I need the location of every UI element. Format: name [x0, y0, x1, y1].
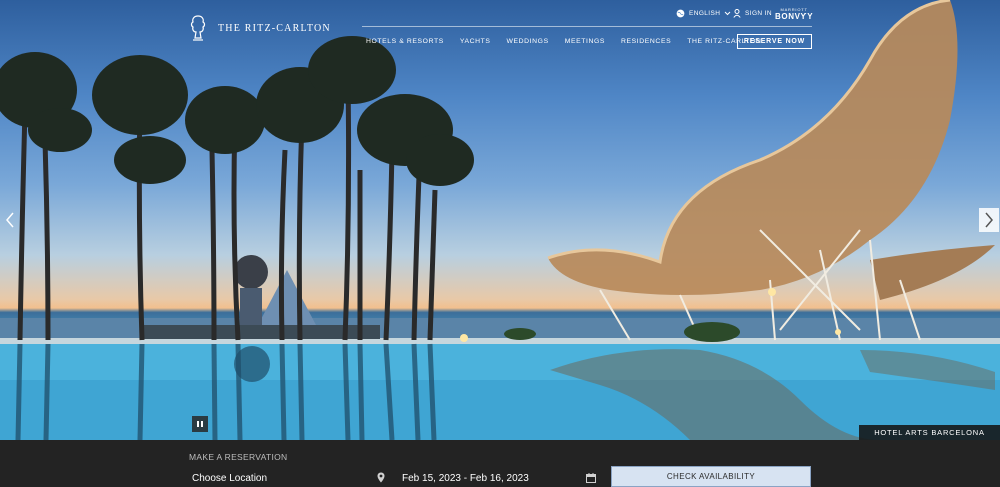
nav-hotels-resorts[interactable]: HOTELS & RESORTS: [366, 38, 444, 45]
site-header: THE RITZ-CARLTON ENGLISH SIGN IN MARRIOT…: [0, 0, 1000, 60]
chevron-right-icon: [985, 212, 993, 228]
language-selector[interactable]: ENGLISH: [676, 9, 731, 18]
nav-weddings[interactable]: WEDDINGS: [507, 38, 549, 45]
pause-icon: [197, 421, 199, 427]
nav-meetings[interactable]: MEETINGS: [565, 38, 605, 45]
location-input[interactable]: Choose Location: [192, 473, 267, 484]
pause-button[interactable]: [192, 416, 208, 432]
lion-crest-icon: [190, 15, 206, 41]
brand-logo[interactable]: THE RITZ-CARLTON: [188, 14, 331, 42]
nav-yachts[interactable]: YACHTS: [460, 38, 491, 45]
check-availability-button[interactable]: CHECK AVAILABILITY: [611, 466, 811, 487]
carousel-next-button[interactable]: [979, 208, 999, 232]
sign-in-link[interactable]: SIGN IN: [733, 9, 772, 18]
globe-icon: [676, 9, 685, 18]
sign-in-label: SIGN IN: [745, 10, 772, 17]
user-icon: [733, 9, 741, 18]
hero-image: [0, 0, 1000, 440]
reserve-now-button[interactable]: RESERVE NOW: [737, 34, 812, 49]
language-label: ENGLISH: [689, 10, 721, 17]
header-divider: [362, 26, 812, 27]
hotel-caption[interactable]: HOTEL ARTS BARCELONA: [859, 425, 1000, 440]
main-nav: HOTELS & RESORTS YACHTS WEDDINGS MEETING…: [366, 38, 778, 45]
reservation-title: MAKE A RESERVATION: [189, 452, 288, 462]
chevron-left-icon: [6, 212, 14, 228]
date-range-input[interactable]: Feb 15, 2023 - Feb 16, 2023: [402, 473, 529, 484]
location-pin-icon: [377, 472, 385, 483]
carousel-prev-button[interactable]: [0, 208, 20, 232]
chevron-down-icon: [724, 11, 731, 16]
hero-scene: [0, 0, 1000, 440]
brand-name: THE RITZ-CARLTON: [218, 22, 331, 34]
calendar-icon[interactable]: [586, 473, 596, 483]
nav-residences[interactable]: RESIDENCES: [621, 38, 671, 45]
bonvoy-text: BONVƳY: [775, 12, 814, 21]
marriott-bonvoy-logo[interactable]: MARRIOTT BONVƳY: [775, 8, 813, 21]
